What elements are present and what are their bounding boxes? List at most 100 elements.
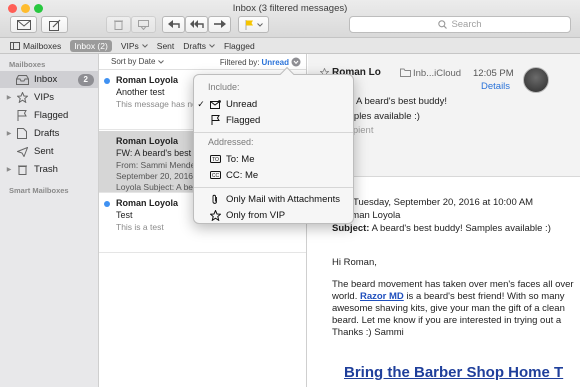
filter-option-label: Only Mail with Attachments xyxy=(226,193,341,205)
filter-option-vip[interactable]: Only from VIP xyxy=(194,208,353,222)
filter-icon[interactable] xyxy=(291,57,301,67)
reply-all-icon xyxy=(189,20,204,28)
message-sender: Roman Loyola xyxy=(116,136,179,146)
separator xyxy=(194,132,353,133)
chevron-down-icon xyxy=(209,43,215,48)
favorites-vips-label: VIPs xyxy=(120,40,139,51)
scrollbar[interactable] xyxy=(574,54,580,387)
sidebar-item-flagged[interactable]: Flagged xyxy=(0,107,98,124)
sidebar-item-sent[interactable]: Sent xyxy=(0,143,98,160)
forward-button[interactable] xyxy=(208,16,231,33)
favorites-sent-label: Sent xyxy=(156,40,175,51)
filter-option-label: CC: Me xyxy=(226,169,259,181)
sidebar-item-label: Flagged xyxy=(34,110,69,121)
chevron-down-icon xyxy=(256,22,263,27)
chevron-down-icon xyxy=(141,43,148,48)
favorites-mailboxes-label: Mailboxes xyxy=(23,40,62,51)
favorites-drafts[interactable]: Drafts xyxy=(183,41,215,51)
message-preview: From: Sammi Mende xyxy=(116,160,196,170)
filter-label: Filtered by: xyxy=(219,57,260,67)
filter-option-cc-me[interactable]: CC CC: Me xyxy=(194,168,353,182)
unread-envelope-icon xyxy=(208,99,222,109)
get-mail-button[interactable] xyxy=(10,16,37,33)
banner-link[interactable]: Bring the Barber Shop Home T xyxy=(344,364,563,381)
search-icon xyxy=(438,20,448,29)
to-icon: TO xyxy=(208,155,222,163)
junk-icon xyxy=(138,19,149,30)
filter-option-flagged[interactable]: Flagged xyxy=(194,113,353,127)
sidebar: Mailboxes Inbox 2 ▶ VIPs Flagged ▶ Draft… xyxy=(0,54,99,387)
filter-option-label: Flagged xyxy=(226,114,261,126)
to-icon-text: TO xyxy=(212,157,219,163)
subject-header-line-2: mples available :) xyxy=(346,111,420,122)
greeting: Hi Roman, xyxy=(332,257,377,268)
folder-icon xyxy=(400,68,411,77)
inbox-icon xyxy=(14,74,30,85)
paperclip-icon xyxy=(208,194,222,205)
filter-option-unread[interactable]: ✓ Unread xyxy=(194,97,353,111)
addressed-heading: Addressed: xyxy=(208,137,254,147)
details-link[interactable]: Details xyxy=(481,81,510,92)
body-line-3: awesome shaving kits, give your man the … xyxy=(332,303,565,314)
junk-button[interactable] xyxy=(131,16,156,33)
envelope-icon xyxy=(16,19,31,30)
search-placeholder: Search xyxy=(451,19,482,30)
favorites-inbox-label: Inbox (2) xyxy=(74,40,108,51)
unread-dot xyxy=(104,78,110,84)
favorites-mailboxes-button[interactable]: Mailboxes xyxy=(10,41,61,51)
cc-icon: CC xyxy=(208,171,222,179)
cc-icon-text: CC xyxy=(211,173,219,179)
sidebar-item-trash[interactable]: ▶ Trash xyxy=(0,161,98,178)
search-field[interactable]: Search xyxy=(349,16,571,33)
disclosure-icon[interactable]: ▶ xyxy=(4,94,14,101)
compose-icon xyxy=(48,19,60,31)
body-line-1: The beard movement has taken over men's … xyxy=(332,279,574,290)
disclosure-icon[interactable]: ▶ xyxy=(4,130,14,137)
sidebar-item-vips[interactable]: ▶ VIPs xyxy=(0,89,98,106)
delete-button[interactable] xyxy=(106,16,131,33)
paper-plane-icon xyxy=(14,146,30,157)
sidebar-heading: Mailboxes xyxy=(9,60,46,69)
sidebar-item-drafts[interactable]: ▶ Drafts xyxy=(0,125,98,142)
reply-button[interactable] xyxy=(162,16,185,33)
unread-count-badge: 2 xyxy=(77,73,94,86)
include-heading: Include: xyxy=(208,82,240,92)
favorites-vips[interactable]: VIPs xyxy=(121,41,148,51)
compose-button[interactable] xyxy=(41,16,68,33)
reply-all-button[interactable] xyxy=(185,16,208,33)
smart-mailboxes-heading[interactable]: Smart Mailboxes xyxy=(9,186,69,195)
filter-control[interactable]: Filtered by: Unread xyxy=(220,57,301,67)
trash-icon xyxy=(114,20,123,30)
razor-md-link[interactable]: Razor MD xyxy=(360,291,404,302)
message-preview: This is a test xyxy=(116,222,164,232)
sidebar-item-label: VIPs xyxy=(34,92,55,103)
sidebar-item-inbox[interactable]: Inbox 2 xyxy=(0,71,98,88)
star-icon xyxy=(14,92,30,103)
favorites-sent[interactable]: Sent xyxy=(157,41,175,51)
subject-header: A beard's best buddy! xyxy=(356,96,448,107)
favorites-inbox[interactable]: Inbox (2) xyxy=(70,39,112,52)
body-line-4: beard. Let me know if you are interested… xyxy=(332,315,562,326)
flag-button[interactable] xyxy=(238,16,269,33)
favorites-flagged[interactable]: Flagged xyxy=(224,41,255,51)
filter-option-attachments[interactable]: Only Mail with Attachments xyxy=(194,192,353,206)
list-header: Sort by Date Filtered by: Unread xyxy=(99,54,306,70)
favorites-flagged-label: Flagged xyxy=(223,40,255,51)
disclosure-icon[interactable]: ▶ xyxy=(4,166,14,173)
message-sender: Roman Loyola xyxy=(116,75,179,85)
forwarded-to: oman Loyola xyxy=(346,210,401,221)
filter-value[interactable]: Unread xyxy=(261,58,289,67)
sidebar-toggle-icon xyxy=(10,41,20,50)
window-title: Inbox (3 filtered messages) xyxy=(232,3,348,14)
filter-popover: Include: ✓ Unread Flagged Addressed: TO … xyxy=(193,66,354,224)
sidebar-item-label: Sent xyxy=(34,146,54,157)
checkmark-icon: ✓ xyxy=(197,98,205,109)
sort-button[interactable]: Sort by Date xyxy=(111,57,164,66)
chevron-down-icon xyxy=(157,60,164,64)
draft-icon xyxy=(14,128,30,139)
message-preview-line-2: September 20, 2016 xyxy=(116,171,194,181)
sort-label: Sort by Date xyxy=(111,57,156,66)
filter-option-to-me[interactable]: TO To: Me xyxy=(194,152,353,166)
favorites-drafts-label: Drafts xyxy=(183,40,206,51)
message-sender: Roman Loyola xyxy=(116,198,179,208)
